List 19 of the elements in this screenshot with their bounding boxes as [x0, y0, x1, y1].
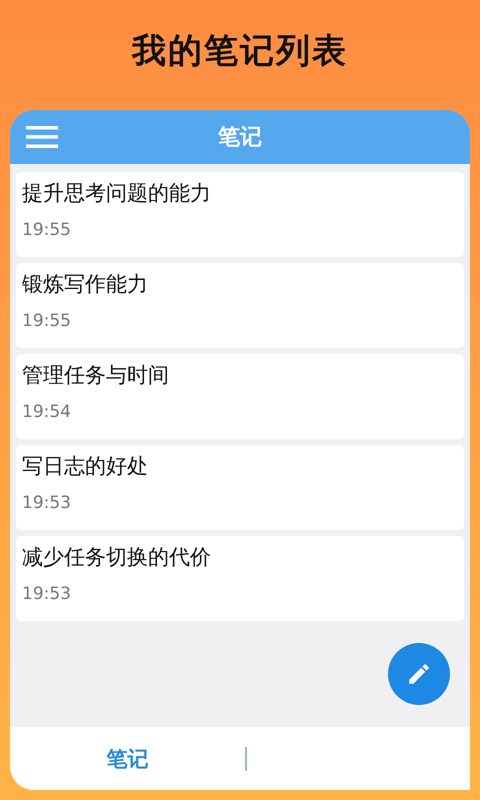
note-title: 提升思考问题的能力: [22, 180, 212, 207]
note-card[interactable]: 锻炼写作能力 19:55: [16, 263, 464, 348]
note-card[interactable]: 管理任务与时间 19:54: [16, 354, 464, 439]
note-card[interactable]: 提升思考问题的能力 19:55: [16, 172, 464, 257]
note-time: 19:55: [22, 311, 71, 331]
note-time: 19:55: [22, 220, 71, 240]
note-time: 19:54: [22, 402, 71, 422]
note-title: 写日志的好处: [22, 453, 149, 480]
note-title: 减少任务切换的代价: [22, 544, 212, 571]
note-time: 19:53: [22, 493, 71, 513]
note-card[interactable]: 减少任务切换的代价 19:53: [16, 536, 464, 621]
app-title: 笔记: [218, 124, 262, 152]
note-card[interactable]: 写日志的好处 19:53: [16, 445, 464, 530]
headline: 我的笔记列表: [132, 30, 348, 73]
menu-icon[interactable]: [26, 125, 58, 149]
note-title: 管理任务与时间: [22, 362, 170, 389]
bottom-tab[interactable]: 笔记: [10, 744, 245, 774]
note-title: 锻炼写作能力: [22, 271, 149, 298]
note-time: 19:53: [22, 584, 71, 604]
